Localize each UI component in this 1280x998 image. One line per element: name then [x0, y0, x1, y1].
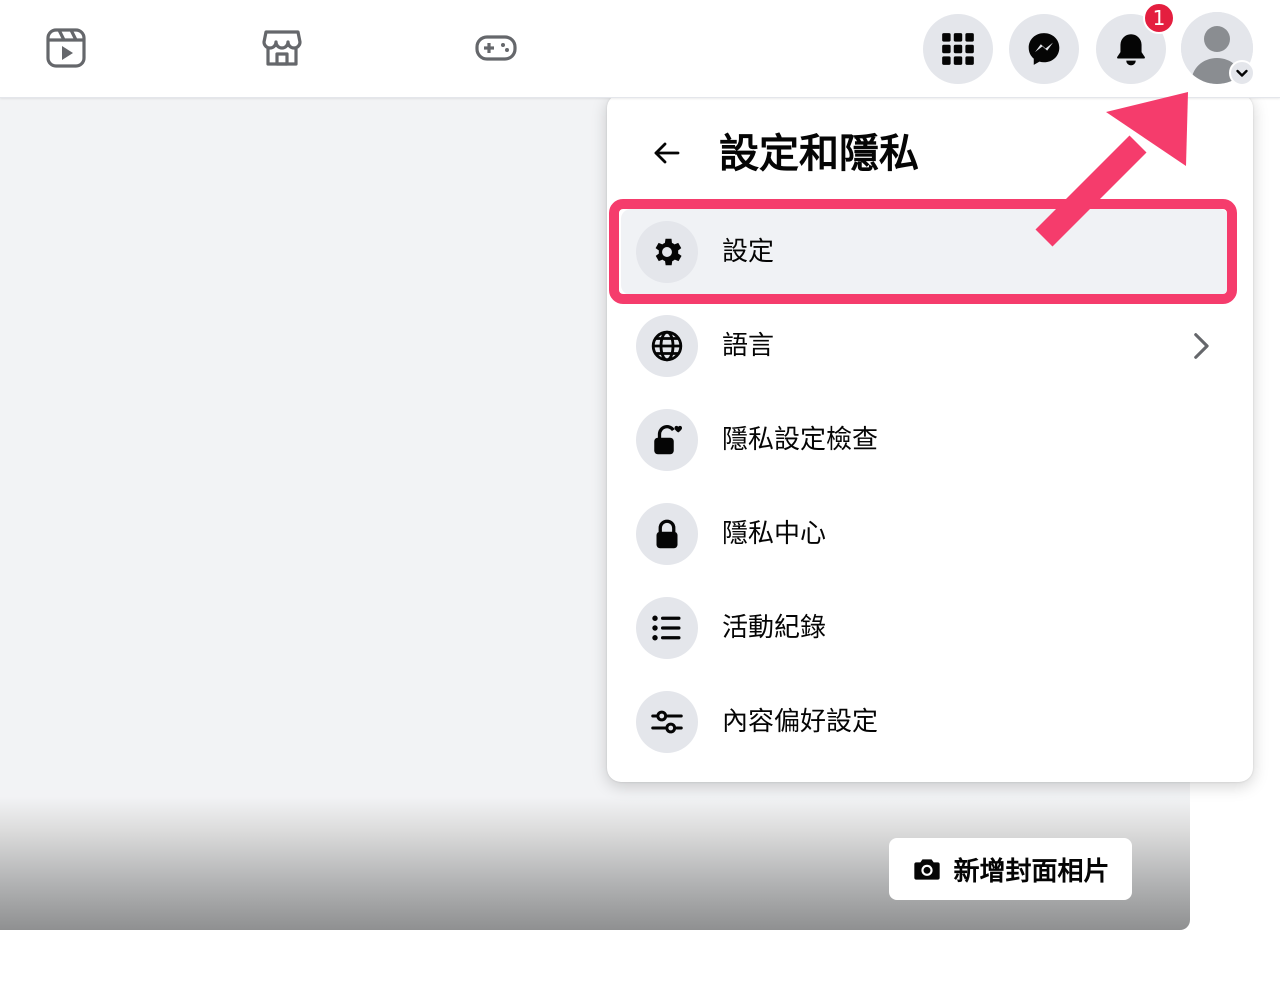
menu-button[interactable]	[923, 14, 993, 84]
list-icon	[652, 615, 681, 641]
nav-tab-marketplace[interactable]	[254, 20, 310, 76]
panel-title: 設定和隱私	[719, 131, 919, 177]
chevron-right-icon	[1194, 333, 1209, 359]
menu-icon-wrap	[636, 597, 698, 659]
menu-item-language[interactable]: 語言	[621, 303, 1229, 389]
menu-icon-wrap	[636, 315, 698, 377]
settings-privacy-panel: 設定和隱私 設定 語言 隱私設定檢查 隱私中心 活動紀錄 內容偏好設定	[607, 94, 1253, 782]
nav-tab-reels[interactable]	[38, 20, 94, 76]
menu-item-activity-log[interactable]: 活動紀錄	[621, 585, 1229, 671]
add-cover-photo-button[interactable]: 新增封面相片	[889, 838, 1132, 900]
messenger-button[interactable]	[1009, 14, 1079, 84]
globe-icon	[651, 330, 683, 362]
back-button[interactable]	[644, 130, 690, 176]
menu-item-content-preferences[interactable]: 內容偏好設定	[621, 679, 1229, 765]
menu-item-privacy-center[interactable]: 隱私中心	[621, 491, 1229, 577]
messenger-icon	[1028, 33, 1060, 65]
menu-icon-wrap	[636, 221, 698, 283]
menu-item-settings[interactable]: 設定	[621, 209, 1229, 295]
camera-icon	[914, 859, 941, 880]
menu-item-label: 隱私設定檢查	[722, 425, 879, 455]
gaming-icon	[475, 35, 517, 61]
menu-item-label: 活動紀錄	[722, 613, 827, 643]
add-cover-photo-label: 新增封面相片	[953, 856, 1110, 887]
menu-icon-wrap	[636, 409, 698, 471]
top-navigation-bar: 1	[0, 0, 1280, 98]
sliders-icon	[651, 710, 683, 734]
bell-icon	[1117, 34, 1145, 66]
gear-icon	[655, 238, 682, 266]
menu-item-privacy-checkup[interactable]: 隱私設定檢查	[621, 397, 1229, 483]
grid-menu-icon	[942, 33, 974, 65]
menu-item-label: 內容偏好設定	[722, 707, 879, 737]
menu-icon-wrap	[636, 503, 698, 565]
menu-icon-wrap	[636, 691, 698, 753]
account-dropdown-caret[interactable]	[1229, 60, 1255, 86]
lock-heart-icon	[654, 425, 682, 455]
lock-icon	[656, 519, 678, 549]
menu-item-label: 設定	[722, 237, 775, 267]
notification-badge: 1	[1143, 2, 1175, 34]
reels-icon	[46, 28, 86, 68]
nav-tab-gaming[interactable]	[468, 20, 524, 76]
chevron-down-icon	[1236, 69, 1248, 77]
menu-item-label: 隱私中心	[722, 519, 827, 549]
arrow-left-icon	[654, 142, 680, 164]
marketplace-icon	[262, 30, 302, 66]
menu-item-label: 語言	[722, 331, 775, 361]
